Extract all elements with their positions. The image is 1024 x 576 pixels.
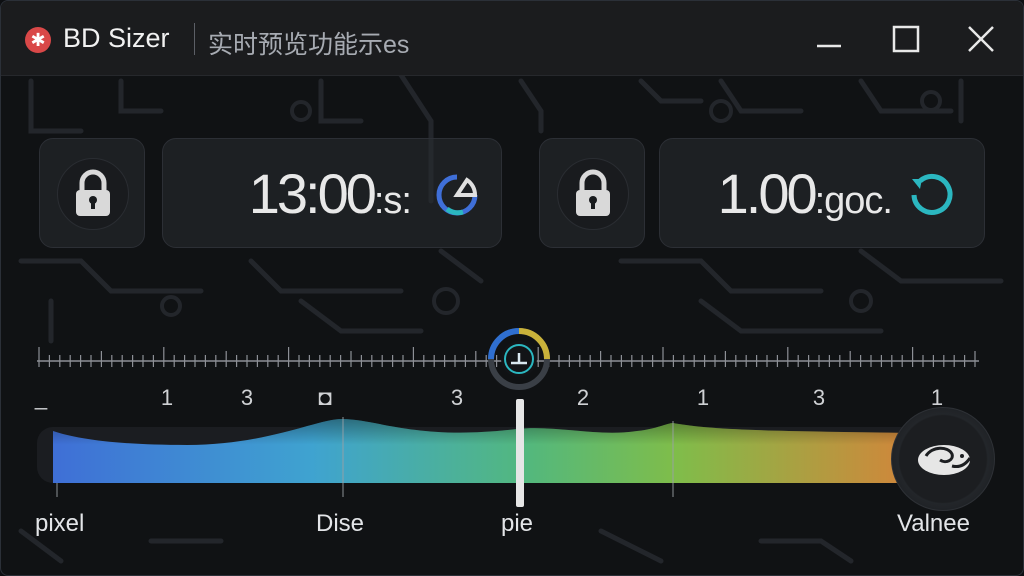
slider-label-start: pixel <box>35 510 85 537</box>
scale-value: 1.00 <box>717 162 818 225</box>
ruler-label: 3 <box>812 385 826 410</box>
close-icon <box>968 26 994 52</box>
playhead-knob[interactable] <box>487 327 551 391</box>
refresh-button[interactable] <box>433 171 481 219</box>
refresh-icon <box>436 174 478 216</box>
window-subtitle: 实时预览功能示es <box>208 31 410 59</box>
ruler-label: 2 <box>576 385 590 410</box>
playhead-dial-icon <box>488 328 550 390</box>
scale-unit: :goc. <box>814 180 893 222</box>
lock-toggle-2[interactable] <box>539 138 645 248</box>
duration-readout: 13:00:s: <box>248 161 412 226</box>
app-title: BD Sizer <box>63 23 170 53</box>
duration-unit: :s: <box>373 180 412 222</box>
title-separator <box>194 23 195 55</box>
duration-panel: 13:00:s: <box>162 138 502 248</box>
snail-speed-button[interactable] <box>891 407 995 511</box>
slider-label-mid-left: Dise <box>316 510 365 537</box>
snail-icon <box>918 445 972 475</box>
reset-button[interactable] <box>906 171 954 219</box>
lock-icon <box>576 169 610 216</box>
minimize-icon <box>817 44 841 48</box>
ruler-label: 1 <box>696 385 710 410</box>
lock-icon <box>76 169 110 216</box>
lock-button-2[interactable] <box>557 158 629 230</box>
ruler-label: _ <box>34 385 48 410</box>
playhead-line[interactable] <box>516 399 524 507</box>
slider-label-current: pie <box>501 510 534 537</box>
ruler-label: ◘ <box>318 385 332 410</box>
app-window: ✱ BD Sizer 实时预览功能示es 13:00:s: 1.00:goc. … <box>0 0 1024 576</box>
scale-readout: 1.00:goc. <box>717 161 893 226</box>
duration-value: 13:00 <box>248 162 377 225</box>
lock-toggle-1[interactable] <box>39 138 145 248</box>
ruler-label: 1 <box>160 385 174 410</box>
lock-button-1[interactable] <box>57 158 129 230</box>
title-bar: ✱ BD Sizer 实时预览功能示es <box>1 1 1023 76</box>
slider-label-end: Valnee <box>897 510 970 537</box>
ruler-label: 3 <box>450 385 464 410</box>
close-button[interactable] <box>959 19 1003 59</box>
app-logo-icon: ✱ <box>25 27 51 53</box>
maximize-button[interactable] <box>884 19 928 59</box>
reset-icon <box>911 173 953 215</box>
minimize-button[interactable] <box>807 19 851 59</box>
maximize-icon <box>892 25 920 53</box>
scale-panel: 1.00:goc. <box>659 138 985 248</box>
ruler-label: 3 <box>240 385 254 410</box>
